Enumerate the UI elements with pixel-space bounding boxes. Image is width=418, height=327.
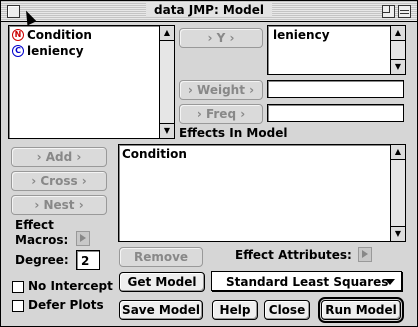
- personality-value: Standard Least Squares: [226, 275, 389, 289]
- close-box-icon[interactable]: [7, 5, 20, 18]
- window-title: data JMP: Model: [146, 3, 272, 17]
- save-model-button[interactable]: Save Model: [119, 300, 203, 320]
- effect-attributes-label: Effect Attributes:: [235, 248, 352, 262]
- column-list-scrollbar[interactable]: ▲ ▼: [159, 26, 174, 138]
- add-button[interactable]: › Add ›: [11, 147, 107, 167]
- title-bar[interactable]: data JMP: Model: [1, 1, 417, 22]
- weight-role-button[interactable]: › Weight ›: [179, 80, 263, 100]
- column-label: Condition: [27, 28, 92, 42]
- y-role-button[interactable]: › Y ›: [179, 28, 263, 48]
- degree-label: Degree:: [15, 253, 69, 267]
- defer-plots-label: Defer Plots: [28, 298, 104, 312]
- cross-button[interactable]: › Cross ›: [11, 171, 107, 191]
- degree-field[interactable]: 2: [76, 250, 100, 270]
- defer-plots-checkbox[interactable]: [12, 300, 24, 312]
- close-button[interactable]: Close: [264, 300, 310, 320]
- y-role-scrollbar[interactable]: ▲ ▼: [390, 26, 405, 74]
- dropdown-arrow-icon: [385, 279, 395, 285]
- get-model-button[interactable]: Get Model: [119, 272, 205, 292]
- help-button[interactable]: Help: [212, 300, 258, 320]
- no-intercept-label: No Intercept: [28, 279, 113, 293]
- scroll-up-icon[interactable]: ▲: [391, 145, 405, 160]
- continuous-badge: C: [12, 45, 24, 57]
- effects-scrollbar[interactable]: ▲ ▼: [390, 145, 405, 241]
- y-role-item[interactable]: leniency: [273, 27, 330, 43]
- zoom-box-icon[interactable]: [382, 5, 395, 18]
- weight-field[interactable]: [267, 80, 404, 98]
- effect-macros-label-line2: Macros:: [15, 233, 69, 247]
- y-role-list[interactable]: leniency ▲ ▼: [267, 25, 406, 75]
- column-item-leniency[interactable]: C leniency: [12, 43, 84, 59]
- column-label: leniency: [27, 44, 84, 58]
- scroll-up-icon[interactable]: ▲: [391, 26, 405, 41]
- scroll-down-icon[interactable]: ▼: [391, 59, 405, 74]
- freq-role-button[interactable]: › Freq ›: [179, 104, 263, 124]
- column-list[interactable]: N Condition C leniency ▲ ▼: [8, 25, 175, 139]
- personality-popup[interactable]: Standard Least Squares: [211, 271, 402, 291]
- disclosure-triangle-icon[interactable]: [358, 247, 372, 262]
- effect-item[interactable]: Condition: [122, 146, 187, 162]
- model-dialog-window: data JMP: Model N Condition C leniency ▲…: [0, 0, 418, 327]
- column-item-condition[interactable]: N Condition: [12, 27, 92, 43]
- disclosure-triangle-icon[interactable]: [76, 231, 90, 246]
- remove-button[interactable]: Remove: [119, 247, 203, 267]
- effect-macros-label-line1: Effect: [15, 218, 54, 232]
- nominal-badge: N: [12, 29, 24, 41]
- run-model-button[interactable]: Run Model: [318, 297, 404, 323]
- no-intercept-checkbox[interactable]: [12, 281, 24, 293]
- nest-button[interactable]: › Nest ›: [11, 195, 107, 215]
- freq-field[interactable]: [267, 104, 404, 122]
- effects-header: Effects In Model: [179, 126, 288, 140]
- scroll-down-icon[interactable]: ▼: [391, 226, 405, 241]
- collapse-box-icon[interactable]: [398, 5, 411, 18]
- scroll-up-icon[interactable]: ▲: [160, 26, 174, 41]
- effects-list[interactable]: Condition ▲ ▼: [118, 144, 406, 242]
- scroll-down-icon[interactable]: ▼: [160, 123, 174, 138]
